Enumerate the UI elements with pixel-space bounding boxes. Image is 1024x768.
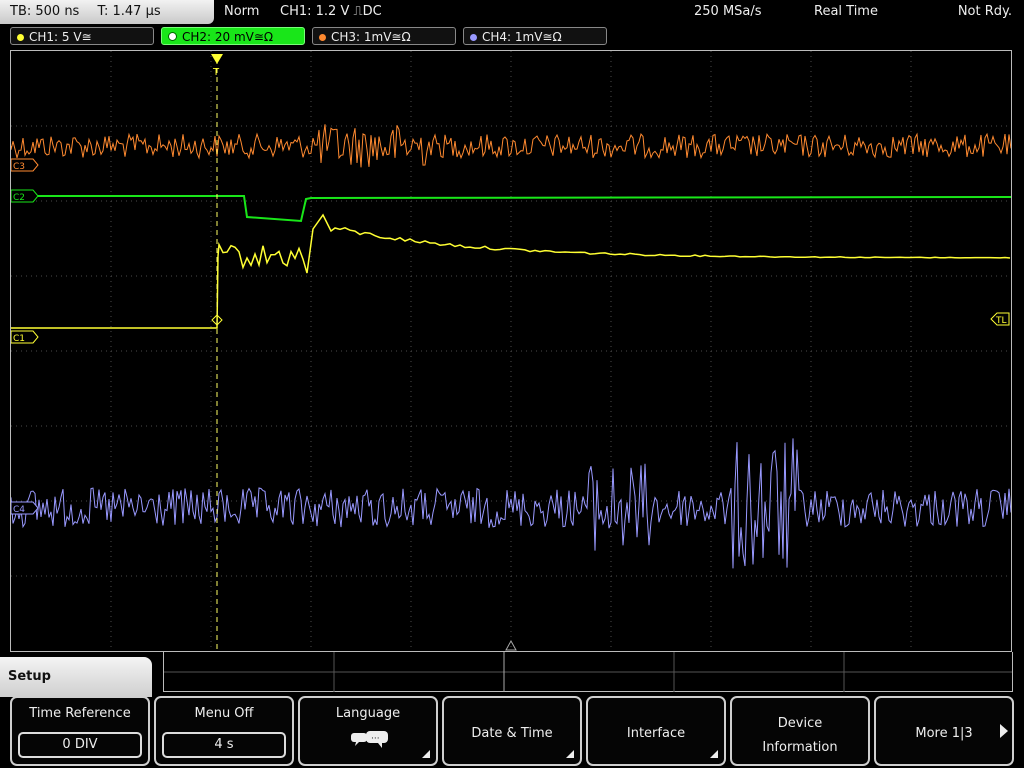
date-time-label: Date & Time bbox=[471, 726, 553, 741]
sample-rate: 250 MSa/s bbox=[694, 4, 762, 19]
zoom-grid bbox=[164, 652, 1012, 692]
speech-bubble-icon: ··· bbox=[351, 731, 388, 748]
setup-menu-title: Setup bbox=[0, 657, 152, 697]
zoom-window-area bbox=[163, 652, 1013, 692]
trigger-position-marker bbox=[211, 54, 223, 64]
center-marker bbox=[505, 639, 517, 651]
svg-text:C1: C1 bbox=[13, 334, 25, 344]
time-reference-label: Time Reference bbox=[29, 706, 131, 721]
language-label: Language bbox=[335, 706, 401, 721]
submenu-indicator-icon bbox=[566, 750, 574, 758]
waveform-display[interactable]: T C3 C2 C1 C4 TL bbox=[10, 50, 1012, 652]
time-reference-value: 0 DIV bbox=[18, 732, 142, 758]
channel-3-trace bbox=[11, 124, 1011, 168]
submenu-indicator-icon bbox=[710, 750, 718, 758]
more-button[interactable]: More 1|3 bbox=[874, 696, 1014, 766]
svg-text:···: ··· bbox=[371, 734, 380, 744]
softkey-bar: Time Reference 0 DIV Menu Off 4 s Langua… bbox=[0, 696, 1024, 768]
channel-3-tab[interactable]: CH3: 1mV≅Ω bbox=[312, 27, 456, 45]
more-label: More 1|3 bbox=[915, 726, 973, 741]
channel-1-color-icon bbox=[17, 34, 24, 41]
svg-text:C4: C4 bbox=[13, 505, 25, 515]
svg-text:TL: TL bbox=[995, 316, 1007, 326]
interface-label: Interface bbox=[626, 726, 686, 741]
waveform-plot: T C3 C2 C1 C4 TL bbox=[11, 51, 1011, 651]
acquisition-mode: Real Time bbox=[814, 4, 878, 19]
channel-2-label: CH2: 20 mV≅Ω bbox=[182, 30, 274, 44]
trigger-level-marker[interactable]: TL bbox=[990, 312, 1010, 326]
channel-4-trace bbox=[11, 438, 1011, 569]
submenu-indicator-icon bbox=[422, 750, 430, 758]
trigger-mode[interactable]: Norm bbox=[224, 0, 259, 24]
time-position-value: T: 1.47 µs bbox=[97, 4, 161, 19]
channel-1-tab[interactable]: CH1: 5 V≅ bbox=[10, 27, 154, 45]
channel-4-tab[interactable]: CH4: 1mV≅Ω bbox=[463, 27, 607, 45]
date-time-button[interactable]: Date & Time bbox=[442, 696, 582, 766]
channel-3-color-icon bbox=[319, 34, 326, 41]
device-information-line2: Information bbox=[762, 740, 838, 755]
channel-4-color-icon bbox=[470, 34, 477, 41]
timebase-readout[interactable]: TB: 500 ns T: 1.47 µs bbox=[0, 0, 214, 24]
device-information-button[interactable]: Device Information bbox=[730, 696, 870, 766]
svg-text:C2: C2 bbox=[13, 193, 25, 203]
acquisition-state: Not Rdy. bbox=[957, 4, 1012, 19]
menu-off-value: 4 s bbox=[162, 732, 286, 758]
channel-3-label: CH3: 1mV≅Ω bbox=[331, 30, 411, 44]
menu-off-label: Menu Off bbox=[194, 706, 254, 721]
channel-2-marker[interactable]: C2 bbox=[11, 189, 39, 203]
channel-4-marker[interactable]: C4 bbox=[11, 501, 39, 515]
trigger-setting[interactable]: CH1: 1.2 V ⎍DC bbox=[280, 0, 382, 24]
channel-2-trace bbox=[11, 195, 1011, 223]
channel-3-marker[interactable]: C3 bbox=[11, 158, 39, 172]
time-reference-button[interactable]: Time Reference 0 DIV bbox=[10, 696, 150, 766]
arrow-right-icon bbox=[1000, 724, 1008, 738]
menu-off-button[interactable]: Menu Off 4 s bbox=[154, 696, 294, 766]
trigger-position-label: T bbox=[212, 67, 220, 78]
timebase-value: TB: 500 ns bbox=[10, 4, 80, 19]
channel-4-label: CH4: 1mV≅Ω bbox=[482, 30, 562, 44]
svg-text:C3: C3 bbox=[13, 162, 25, 172]
language-button[interactable]: Language ··· bbox=[298, 696, 438, 766]
channel-1-marker[interactable]: C1 bbox=[11, 330, 39, 344]
channel-1-label: CH1: 5 V≅ bbox=[29, 30, 92, 44]
graticule bbox=[11, 51, 1011, 651]
channel-2-tab[interactable]: CH2: 20 mV≅Ω bbox=[161, 27, 305, 45]
status-bar: Norm CH1: 1.2 V ⎍DC 250 MSa/s Real Time … bbox=[214, 0, 1024, 24]
channel-2-color-icon bbox=[168, 32, 177, 41]
device-information-line1: Device bbox=[777, 716, 823, 731]
interface-button[interactable]: Interface bbox=[586, 696, 726, 766]
